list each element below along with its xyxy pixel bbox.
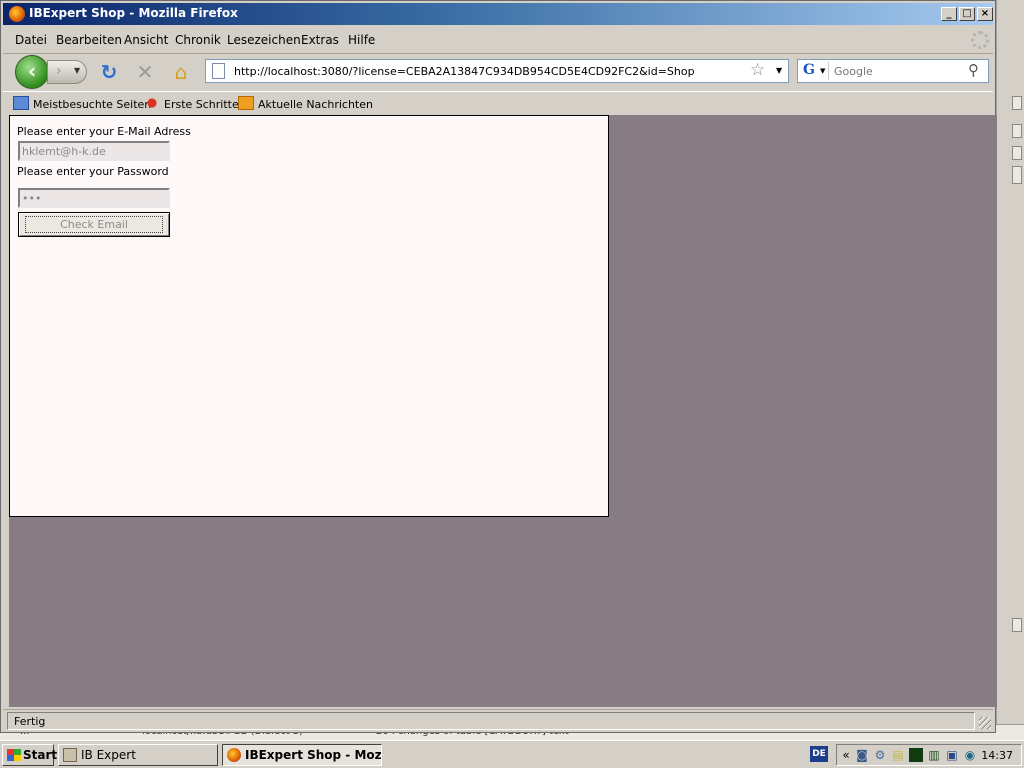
taskbar: Start IB Expert IBExpert Shop - Mozill..…: [0, 740, 1024, 768]
tray-expand-icon[interactable]: «: [839, 748, 853, 762]
home-icon[interactable]: ⌂: [169, 60, 193, 84]
clock[interactable]: 14:37: [981, 749, 1013, 762]
status-text: Fertig: [7, 712, 975, 730]
task-label: IB Expert: [81, 748, 136, 762]
email-field[interactable]: [18, 141, 170, 161]
firefox-bookmark-icon: [144, 96, 160, 110]
start-label: Start: [23, 748, 58, 762]
bookmarks-toolbar: Meistbesuchte Seiten Erste Schritte Aktu…: [3, 91, 993, 115]
background-window-edge: [996, 0, 1024, 740]
search-engine-selector[interactable]: G ▼: [801, 62, 829, 80]
bookmark-erste-schritte[interactable]: Erste Schritte: [144, 96, 239, 111]
page-icon: [212, 63, 225, 79]
camera-tray-icon[interactable]: ◙: [855, 748, 869, 762]
bookmark-meistbesuchte-seiten[interactable]: Meistbesuchte Seiten: [13, 96, 151, 111]
taskbar-item-firefox[interactable]: IBExpert Shop - Mozill...: [222, 744, 382, 766]
folder-icon: [13, 96, 29, 110]
resize-grip-icon[interactable]: [979, 717, 991, 729]
stop-icon[interactable]: ✕: [133, 60, 157, 84]
background-scroll-button: [1012, 96, 1022, 110]
rss-feed-icon: [238, 96, 254, 110]
back-button[interactable]: ‹: [15, 55, 49, 89]
url-input[interactable]: [234, 63, 744, 79]
start-button[interactable]: Start: [2, 744, 58, 766]
close-button[interactable]: ×: [977, 7, 993, 21]
bookmark-label: Aktuelle Nachrichten: [258, 98, 373, 111]
maximize-button[interactable]: □: [959, 7, 975, 21]
navigation-toolbar: ‹ › ▼ ↻ ✕ ⌂ ☆ ▼ G▼ ⚲: [3, 53, 993, 89]
search-bar[interactable]: G▼ ⚲: [797, 59, 989, 83]
menu-ansicht[interactable]: Ansicht: [124, 33, 168, 47]
window-title: IBExpert Shop - Mozilla Firefox: [29, 6, 238, 20]
windows-logo-icon: [7, 749, 21, 761]
status-bar: Fertig: [3, 709, 993, 731]
settings-tray-icon[interactable]: ⚙: [873, 748, 887, 762]
background-scroll-button: [1012, 166, 1022, 184]
background-scroll-button: [1012, 146, 1022, 160]
engine-dropdown-icon: ▼: [820, 67, 826, 75]
title-bar[interactable]: IBExpert Shop - Mozilla Firefox _ □ ×: [3, 3, 993, 25]
firefox-icon: [9, 6, 25, 22]
back-arrow-icon: ‹: [27, 59, 37, 83]
menu-lesezeichen[interactable]: Lesezeichen: [227, 33, 301, 47]
eye-tray-icon[interactable]: ◉: [963, 748, 977, 762]
language-indicator[interactable]: DE: [810, 746, 828, 762]
firefox-app-icon: [227, 748, 241, 762]
menu-extras[interactable]: Extras: [301, 33, 339, 47]
network-tray-icon[interactable]: ▣: [945, 748, 959, 762]
system-tray: « ◙ ⚙ ▤ ▥ ▣ ◉ 14:37: [836, 744, 1022, 766]
bookmark-label: Erste Schritte: [164, 98, 239, 111]
password-label: Please enter your Password: [17, 165, 169, 178]
search-icon[interactable]: ⚲: [968, 61, 979, 79]
google-icon: G: [803, 62, 815, 78]
check-email-label: Check Email: [25, 216, 163, 233]
throbber-icon: [971, 31, 989, 49]
url-dropdown-icon[interactable]: ▼: [776, 66, 782, 75]
search-input[interactable]: [834, 63, 964, 79]
menu-bar: Datei Bearbeiten Ansicht Chronik Lesezei…: [3, 27, 993, 51]
menu-datei[interactable]: Datei: [15, 33, 47, 47]
reload-icon[interactable]: ↻: [97, 60, 121, 84]
monitor-tray-icon[interactable]: [909, 748, 923, 762]
forward-button[interactable]: › ▼: [47, 60, 87, 84]
taskbar-item-ib-expert[interactable]: IB Expert: [58, 744, 218, 766]
page-content: Please enter your E-Mail Adress Please e…: [9, 115, 997, 707]
email-label: Please enter your E-Mail Adress: [17, 125, 191, 138]
menu-hilfe[interactable]: Hilfe: [348, 33, 375, 47]
menu-bearbeiten[interactable]: Bearbeiten: [56, 33, 122, 47]
background-scroll-button: [1012, 618, 1022, 632]
bookmark-aktuelle-nachrichten[interactable]: Aktuelle Nachrichten: [238, 96, 373, 111]
menu-chronik[interactable]: Chronik: [175, 33, 221, 47]
background-scroll-button: [1012, 124, 1022, 138]
task-label: IBExpert Shop - Mozill...: [245, 748, 382, 762]
firefox-window: IBExpert Shop - Mozilla Firefox _ □ × Da…: [0, 0, 997, 733]
address-bar[interactable]: ☆ ▼: [205, 59, 789, 83]
check-email-button[interactable]: Check Email: [18, 212, 170, 237]
note-tray-icon[interactable]: ▤: [891, 748, 905, 762]
battery-tray-icon[interactable]: ▥: [927, 748, 941, 762]
history-dropdown-icon[interactable]: ▼: [74, 66, 80, 75]
bookmark-label: Meistbesuchte Seiten: [33, 98, 152, 111]
ibexpert-app-icon: [63, 748, 77, 762]
forward-arrow-icon: ›: [56, 63, 62, 79]
bookmark-star-icon[interactable]: ☆: [750, 60, 765, 80]
login-panel: Please enter your E-Mail Adress Please e…: [9, 115, 609, 517]
password-field[interactable]: [18, 188, 170, 208]
minimize-button[interactable]: _: [941, 7, 957, 21]
